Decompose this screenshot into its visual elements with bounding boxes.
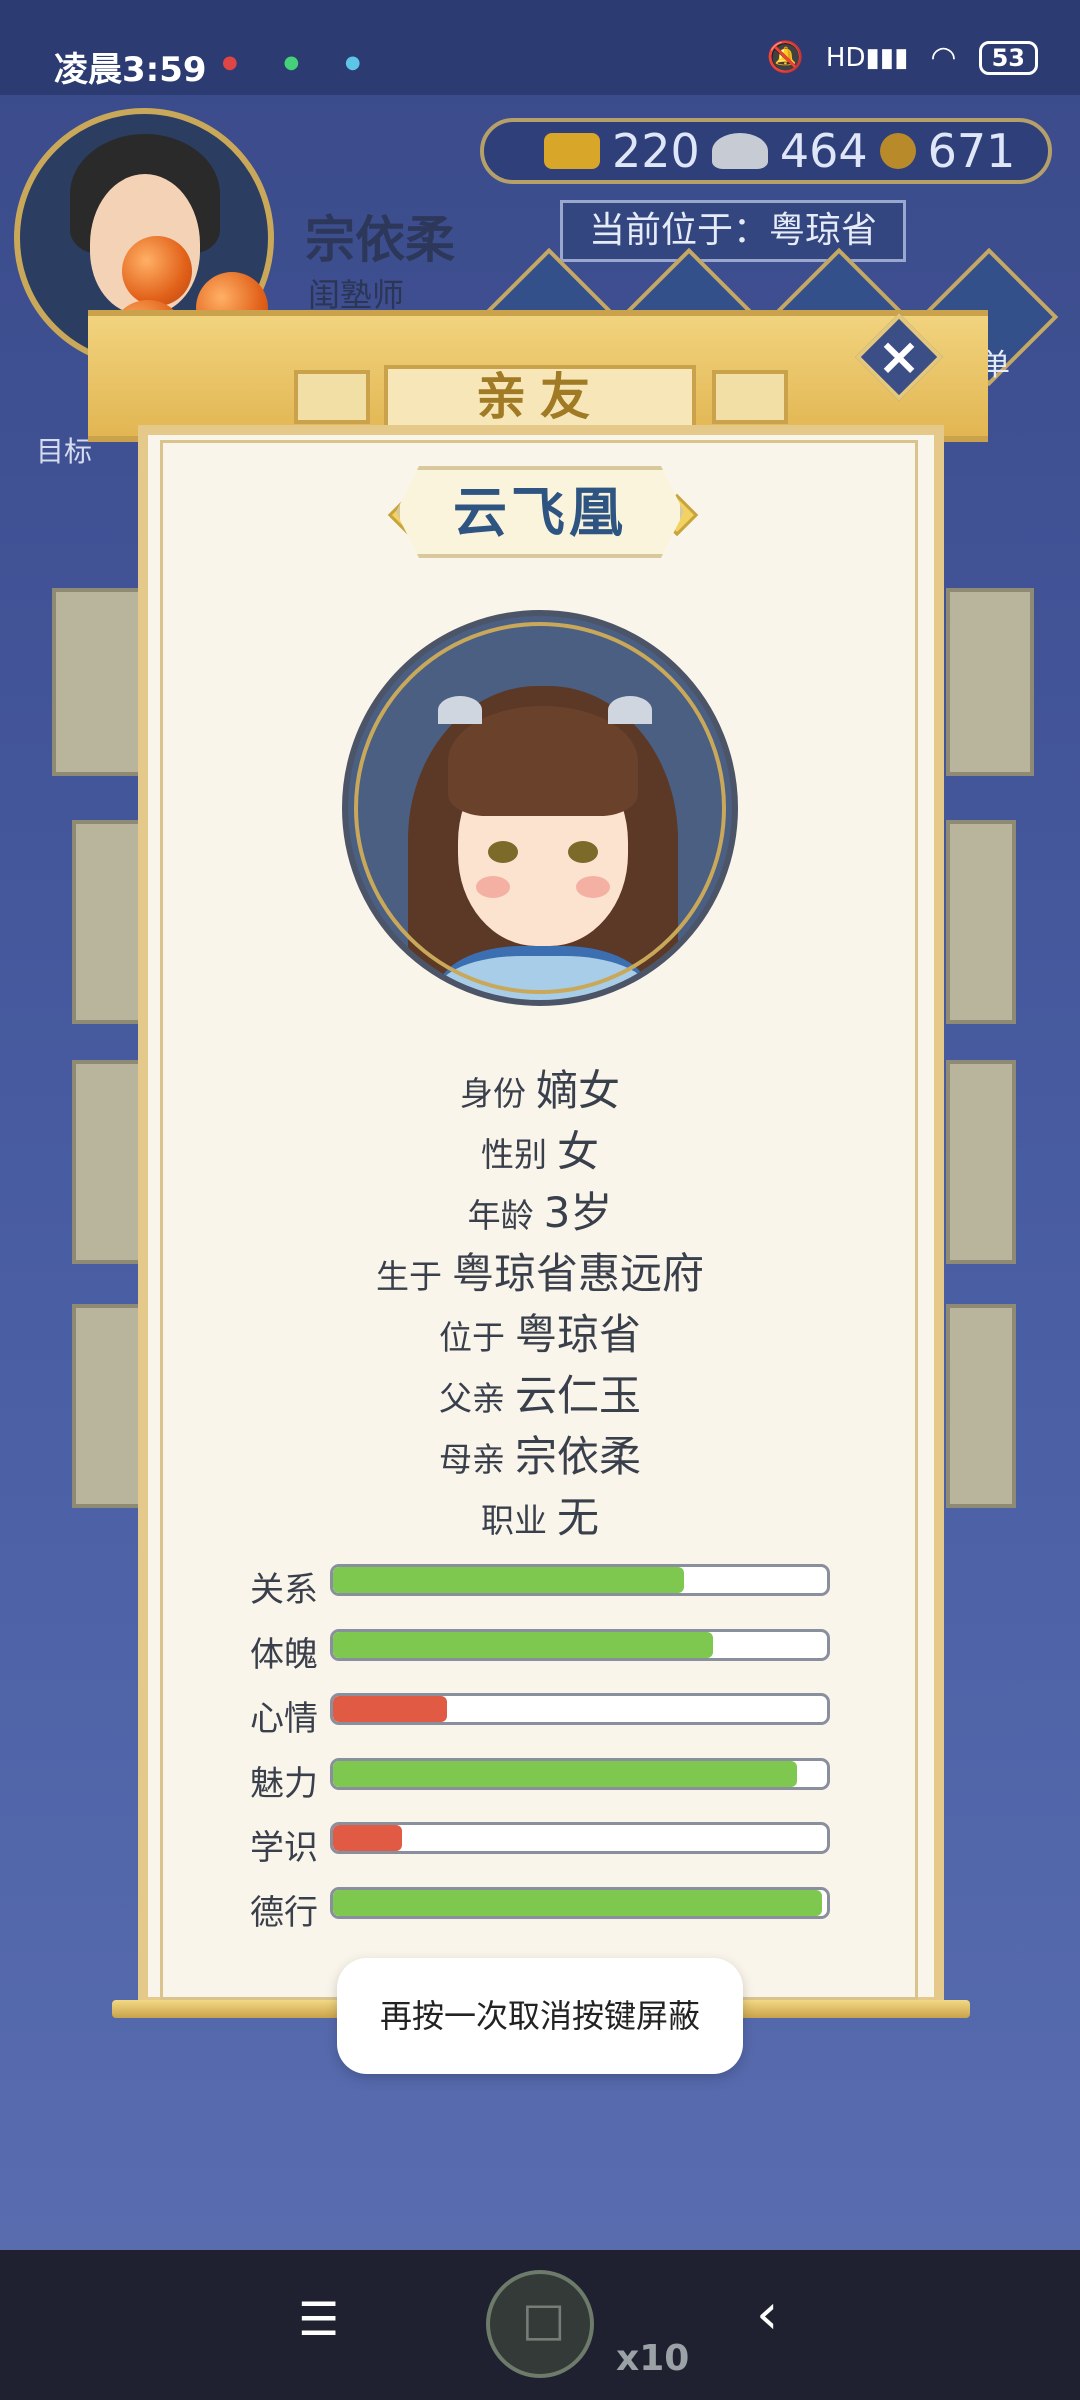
stat-row: 魅力 bbox=[250, 1750, 830, 1815]
stat-row: 心情 bbox=[250, 1685, 830, 1750]
stat-row: 体魄 bbox=[250, 1621, 830, 1686]
dialog-title: 亲友 bbox=[384, 365, 696, 429]
info-value: 宗依柔 bbox=[514, 1432, 641, 1481]
stat-label: 关系 bbox=[250, 1570, 318, 1610]
info-row: 年龄 3岁 bbox=[0, 1182, 1080, 1243]
gold-ingot-icon bbox=[544, 133, 600, 169]
character-name: 云飞凰 bbox=[396, 466, 684, 558]
stat-bar bbox=[330, 1886, 830, 1919]
hd-signal-icon: HD▮▮▮ bbox=[825, 42, 909, 73]
gold-count: 220 bbox=[612, 124, 700, 178]
silver-count: 464 bbox=[779, 124, 868, 178]
portrait-ring bbox=[354, 622, 726, 994]
status-time: 凌晨3:59 bbox=[54, 50, 207, 90]
battery-indicator: 53 bbox=[978, 40, 1038, 75]
list-item[interactable] bbox=[52, 588, 146, 776]
info-row: 父亲 云仁玉 bbox=[0, 1365, 1080, 1426]
info-value: 女 bbox=[556, 1127, 599, 1176]
info-row: 母亲 宗依柔 bbox=[0, 1426, 1080, 1487]
stat-label: 德行 bbox=[250, 1892, 318, 1933]
notification-icons: ● ● ● bbox=[222, 52, 401, 73]
info-value: 嫡女 bbox=[535, 1066, 620, 1115]
stat-fill bbox=[333, 1825, 403, 1851]
silver-ingot-icon bbox=[711, 133, 768, 169]
stat-row: 德行 bbox=[250, 1879, 830, 1944]
floating-badge: x10 bbox=[616, 2338, 690, 2379]
info-value: 3岁 bbox=[543, 1188, 613, 1237]
list-item[interactable] bbox=[946, 588, 1034, 776]
stat-fill bbox=[333, 1567, 684, 1593]
character-info: 身份 嫡女 性别女 年龄 3岁 生于 粤琼省惠远府 位于 粤琼省 父亲 云仁玉 母亲 宗依柔… bbox=[0, 1060, 1080, 1548]
menu-icon[interactable]: ☰ bbox=[298, 2292, 339, 2346]
info-value: 无 bbox=[556, 1493, 599, 1542]
info-row: 职业无 bbox=[0, 1487, 1080, 1548]
info-row: 性别女 bbox=[0, 1121, 1080, 1182]
info-key: 母亲 bbox=[438, 1440, 505, 1479]
stat-fill bbox=[333, 1760, 798, 1787]
status-bar: 凌晨3:59 ● ● ● 🔕 HD▮▮▮ ◠ 53 bbox=[0, 0, 1080, 95]
stats-panel: 关系 体魄 心情 魅力 学识 德行 bbox=[250, 1556, 830, 1943]
info-value: 云仁玉 bbox=[514, 1371, 641, 1420]
stat-label: 体魄 bbox=[250, 1634, 318, 1675]
info-key: 身份 bbox=[459, 1074, 526, 1113]
goal-button[interactable]: 目标 bbox=[36, 430, 92, 470]
currency-bar: 220 464 671 bbox=[480, 118, 1052, 184]
info-value: 粤琼省惠远府 bbox=[451, 1249, 704, 1298]
stat-bar bbox=[330, 1628, 830, 1661]
tab-decoration bbox=[294, 370, 370, 424]
close-icon: × bbox=[877, 327, 921, 387]
floating-assist-button[interactable] bbox=[486, 2270, 594, 2378]
location-label: 当前位于：粤琼省 bbox=[560, 200, 907, 262]
stat-label: 心情 bbox=[250, 1699, 318, 1739]
info-key: 年龄 bbox=[467, 1196, 534, 1235]
info-value: 粤琼省 bbox=[514, 1310, 641, 1359]
coin-count: 671 bbox=[927, 124, 1016, 178]
stat-row: 关系 bbox=[250, 1556, 830, 1621]
info-key: 位于 bbox=[438, 1318, 505, 1357]
stat-bar bbox=[330, 1822, 830, 1854]
notification-icon: ● bbox=[222, 52, 238, 73]
status-right: 🔕 HD▮▮▮ ◠ 53 bbox=[767, 40, 1038, 75]
tanghulu-icon bbox=[122, 236, 192, 306]
stat-label: 魅力 bbox=[250, 1763, 318, 1804]
stat-bar bbox=[330, 1564, 830, 1596]
stat-fill bbox=[333, 1696, 447, 1722]
info-key: 性别 bbox=[480, 1135, 547, 1174]
character-portrait bbox=[342, 610, 738, 1006]
info-row: 生于 粤琼省惠远府 bbox=[0, 1243, 1080, 1304]
notification-icon: ● bbox=[283, 52, 300, 73]
info-key: 职业 bbox=[480, 1501, 547, 1540]
stat-bar bbox=[330, 1757, 830, 1790]
info-key: 生于 bbox=[375, 1257, 442, 1296]
stat-fill bbox=[333, 1631, 714, 1658]
player-name: 宗依柔 bbox=[305, 211, 455, 269]
stat-bar bbox=[330, 1693, 830, 1725]
tab-decoration bbox=[712, 370, 788, 424]
stat-row: 学识 bbox=[250, 1814, 830, 1879]
wifi-icon: ◠ bbox=[930, 40, 957, 75]
back-icon[interactable]: ‹ bbox=[756, 2282, 778, 2347]
copper-coin-icon bbox=[879, 133, 916, 169]
info-key: 父亲 bbox=[438, 1379, 505, 1418]
notification-icon: ● bbox=[344, 52, 361, 73]
info-row: 身份 嫡女 bbox=[0, 1060, 1080, 1121]
info-row: 位于 粤琼省 bbox=[0, 1304, 1080, 1365]
list-item[interactable] bbox=[72, 820, 146, 1024]
toast-message: 再按一次取消按键屏蔽 bbox=[337, 1958, 743, 2074]
alarm-off-icon: 🔕 bbox=[766, 40, 804, 75]
stat-label: 学识 bbox=[250, 1828, 318, 1868]
list-item[interactable] bbox=[946, 820, 1016, 1024]
stat-fill bbox=[333, 1889, 823, 1916]
